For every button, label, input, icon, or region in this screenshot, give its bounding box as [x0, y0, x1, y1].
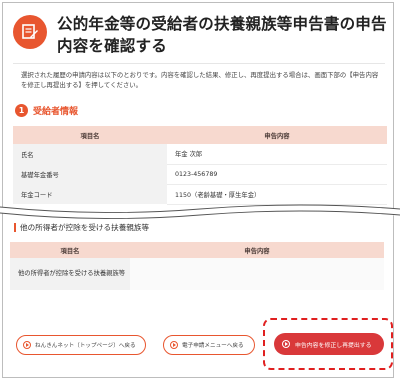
column-header-content: 申告内容 — [130, 242, 384, 258]
table-row: 氏名 年金 次郎 — [13, 144, 387, 165]
intro-text: 選択された履歴の申請内容は以下のとおりです。内容を確認した結果、修正し、再度提出… — [21, 71, 379, 89]
column-header-item: 項目名 — [13, 126, 167, 144]
column-header-content: 申告内容 — [167, 126, 387, 144]
section2-accent-bar — [14, 222, 16, 232]
resubmit-label: 申告内容を修正し再提出する — [295, 342, 372, 349]
recipient-info-table: 項目名 申告内容 氏名 年金 次郎 基礎年金番号 0123-456789 年金コ… — [13, 126, 387, 205]
table-row: 他の所得者が控除を受ける扶養親族等 — [10, 258, 384, 290]
row-label: 基礎年金番号 — [13, 164, 167, 184]
arrow-circle-icon — [282, 340, 290, 348]
back-to-menu-button[interactable]: 電子申請メニューへ戻る — [163, 335, 255, 355]
arrow-circle-icon — [170, 341, 178, 349]
resubmit-button[interactable]: 申告内容を修正し再提出する — [274, 333, 384, 355]
row-label: 他の所得者が控除を受ける扶養親族等 — [10, 258, 130, 290]
row-label: 年金コード — [13, 184, 167, 204]
table-row: 年金コード 1150（老齢基礎・厚生年金） — [13, 184, 387, 205]
row-value: 1150（老齢基礎・厚生年金） — [167, 184, 387, 205]
section1-number-badge: 1 — [15, 103, 28, 117]
form-check-icon — [13, 15, 47, 49]
table-row: 基礎年金番号 0123-456789 — [13, 164, 387, 185]
back-to-top-label: ねんきんネット（トップページ）へ戻る — [35, 343, 136, 349]
back-to-menu-label: 電子申請メニューへ戻る — [182, 343, 244, 349]
page-break-divider — [0, 204, 400, 219]
dependents-table: 項目名 申告内容 他の所得者が控除を受ける扶養親族等 — [10, 242, 384, 290]
arrow-circle-icon — [23, 341, 31, 349]
title-divider — [13, 63, 385, 64]
section2-title: 他の所得者が控除を受ける扶養親族等 — [20, 222, 150, 232]
section1-heading: 1 受給者情報 — [15, 102, 78, 118]
section2-heading: 他の所得者が控除を受ける扶養親族等 — [14, 221, 149, 233]
back-to-top-button[interactable]: ねんきんネット（トップページ）へ戻る — [16, 335, 146, 355]
column-header-item: 項目名 — [10, 242, 130, 258]
row-value: 0123-456789 — [167, 164, 387, 185]
row-value: 年金 次郎 — [167, 144, 387, 165]
row-label: 氏名 — [13, 144, 167, 164]
section1-title: 受給者情報 — [33, 106, 79, 117]
page-title: 公的年金等の受給者の扶養親族等申告書の申告内容を確認する — [57, 15, 387, 55]
row-value — [130, 258, 384, 290]
